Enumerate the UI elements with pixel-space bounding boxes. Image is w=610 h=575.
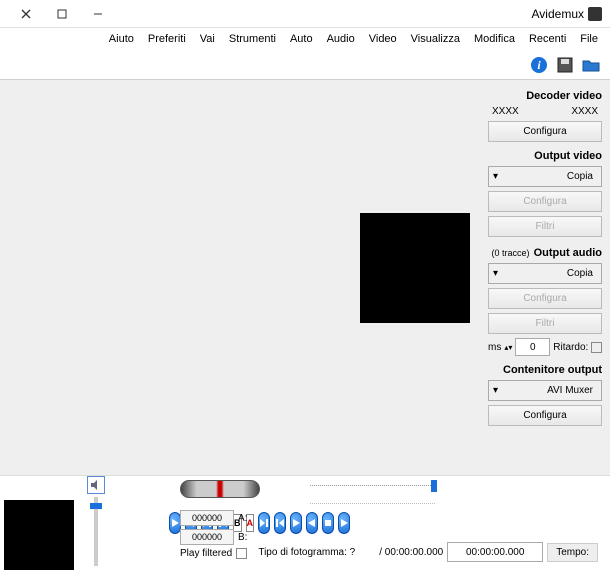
output-audio-mode-text: Copia (493, 268, 597, 279)
menu-file[interactable]: File (574, 31, 604, 47)
menu-auto[interactable]: Auto (284, 31, 319, 47)
contenitore-title: Contenitore output (488, 364, 602, 376)
app-icon (588, 7, 602, 21)
output-audio-mode-dropdown[interactable]: Copia ▾ (488, 263, 602, 284)
toolbar: i (0, 50, 610, 80)
seek-track (310, 484, 435, 486)
preview-area (0, 80, 480, 475)
transport-controls: A B (300, 510, 350, 536)
ritardo-checkbox[interactable] (591, 342, 602, 353)
a-value: 000000 (180, 510, 234, 526)
menu-visualizza[interactable]: Visualizza (405, 31, 466, 47)
volume-thumb[interactable] (90, 503, 102, 509)
save-file-icon[interactable] (554, 54, 576, 76)
menu-aiuto[interactable]: Aiuto (103, 31, 140, 47)
stop-button[interactable] (322, 512, 334, 534)
open-file-icon[interactable] (580, 54, 602, 76)
contenitore-mode-dropdown[interactable]: AVI Muxer ▾ (488, 380, 602, 401)
next-frame-button[interactable] (290, 512, 302, 534)
output-video-mode-dropdown[interactable]: Copia ▾ (488, 166, 602, 187)
play-filtered-label: Play filtered (180, 548, 232, 559)
tempo-total: / 00:00:00.000 (379, 547, 443, 558)
main-area: Decoder video XXXX XXXX Configura Output… (0, 80, 610, 475)
video-preview (360, 213, 470, 323)
menu-vai[interactable]: Vai (194, 31, 221, 47)
output-audio-title: Output audio (534, 247, 602, 259)
contenitore-mode-text: AVI Muxer (493, 385, 597, 396)
output-video-configura-button[interactable]: Configura (488, 191, 602, 212)
ritardo-unit: ms (488, 342, 501, 353)
output-audio-configura-button[interactable]: Configura (488, 288, 602, 309)
play-button[interactable] (338, 512, 350, 534)
side-panel: Decoder video XXXX XXXX Configura Output… (480, 80, 610, 475)
output-video-mode-text: Copia (493, 171, 597, 182)
menu-video[interactable]: Video (363, 31, 403, 47)
thumbnail-preview (4, 500, 74, 570)
tempo-label: Tempo: (547, 543, 598, 562)
close-button[interactable] (8, 3, 44, 25)
prev-frame-button[interactable] (306, 512, 318, 534)
ritardo-value-spinner[interactable]: 0 (515, 338, 550, 356)
frame-type-label: Tipo di fotogramma: ? (258, 547, 355, 558)
menu-strumenti[interactable]: Strumenti (223, 31, 282, 47)
info-icon[interactable]: i (528, 54, 550, 76)
tempo-row: Tempo: 00:00:00.000 / 00:00:00.000 Tipo … (258, 542, 598, 562)
volume-control (84, 476, 108, 566)
output-audio-filtri-button[interactable]: Filtri (488, 313, 602, 334)
volume-slider[interactable] (94, 497, 98, 566)
output-video-title: Output video (488, 150, 602, 162)
caret-down-icon: ▾ (493, 385, 498, 396)
contenitore-configura-button[interactable]: Configura (488, 405, 602, 426)
timeline-ruler (310, 494, 435, 504)
decoder-video-title: Decoder video (488, 90, 602, 102)
seek-thumb[interactable] (431, 480, 437, 492)
caret-down-icon: ▾ (493, 268, 498, 279)
menu-recenti[interactable]: Recenti (523, 31, 572, 47)
menubar: File Recenti Modifica Visualizza Video A… (0, 28, 610, 50)
menu-preferiti[interactable]: Preferiti (142, 31, 192, 47)
b-label: B: (238, 532, 247, 543)
decoder-configura-button[interactable]: Configura (488, 121, 602, 142)
decoder-val1: XXXX (571, 106, 598, 117)
menu-modifica[interactable]: Modifica (468, 31, 521, 47)
next-keyframe-button[interactable] (258, 512, 270, 534)
seek-slider[interactable] (310, 480, 435, 492)
decoder-val2: XXXX (492, 106, 519, 117)
minimize-button[interactable] (80, 3, 116, 25)
ab-values: A: 000000 B: 000000 (180, 510, 247, 545)
play-filtered-checkbox[interactable] (236, 548, 247, 559)
titlebar: Avidemux (0, 0, 610, 28)
tempo-current-input[interactable]: 00:00:00.000 (447, 542, 543, 562)
menu-audio[interactable]: Audio (321, 31, 361, 47)
window-title: Avidemux (116, 7, 584, 21)
b-value: 000000 (180, 529, 234, 545)
ritardo-label: Ritardo: (553, 342, 588, 353)
a-label: A: (238, 513, 247, 524)
prev-keyframe-button[interactable] (274, 512, 286, 534)
output-video-filtri-button[interactable]: Filtri (488, 216, 602, 237)
spinner-arrows-icon[interactable]: ▴▾ (504, 343, 512, 352)
output-audio-tracks: (0 tracce) (492, 248, 530, 258)
caret-down-icon: ▾ (493, 171, 498, 182)
bottom-panel: A B A: 000000 B: 000000 Play filtered Te… (0, 475, 610, 575)
jog-wheel[interactable] (180, 480, 260, 498)
maximize-button[interactable] (44, 3, 80, 25)
speaker-icon[interactable] (87, 476, 105, 494)
